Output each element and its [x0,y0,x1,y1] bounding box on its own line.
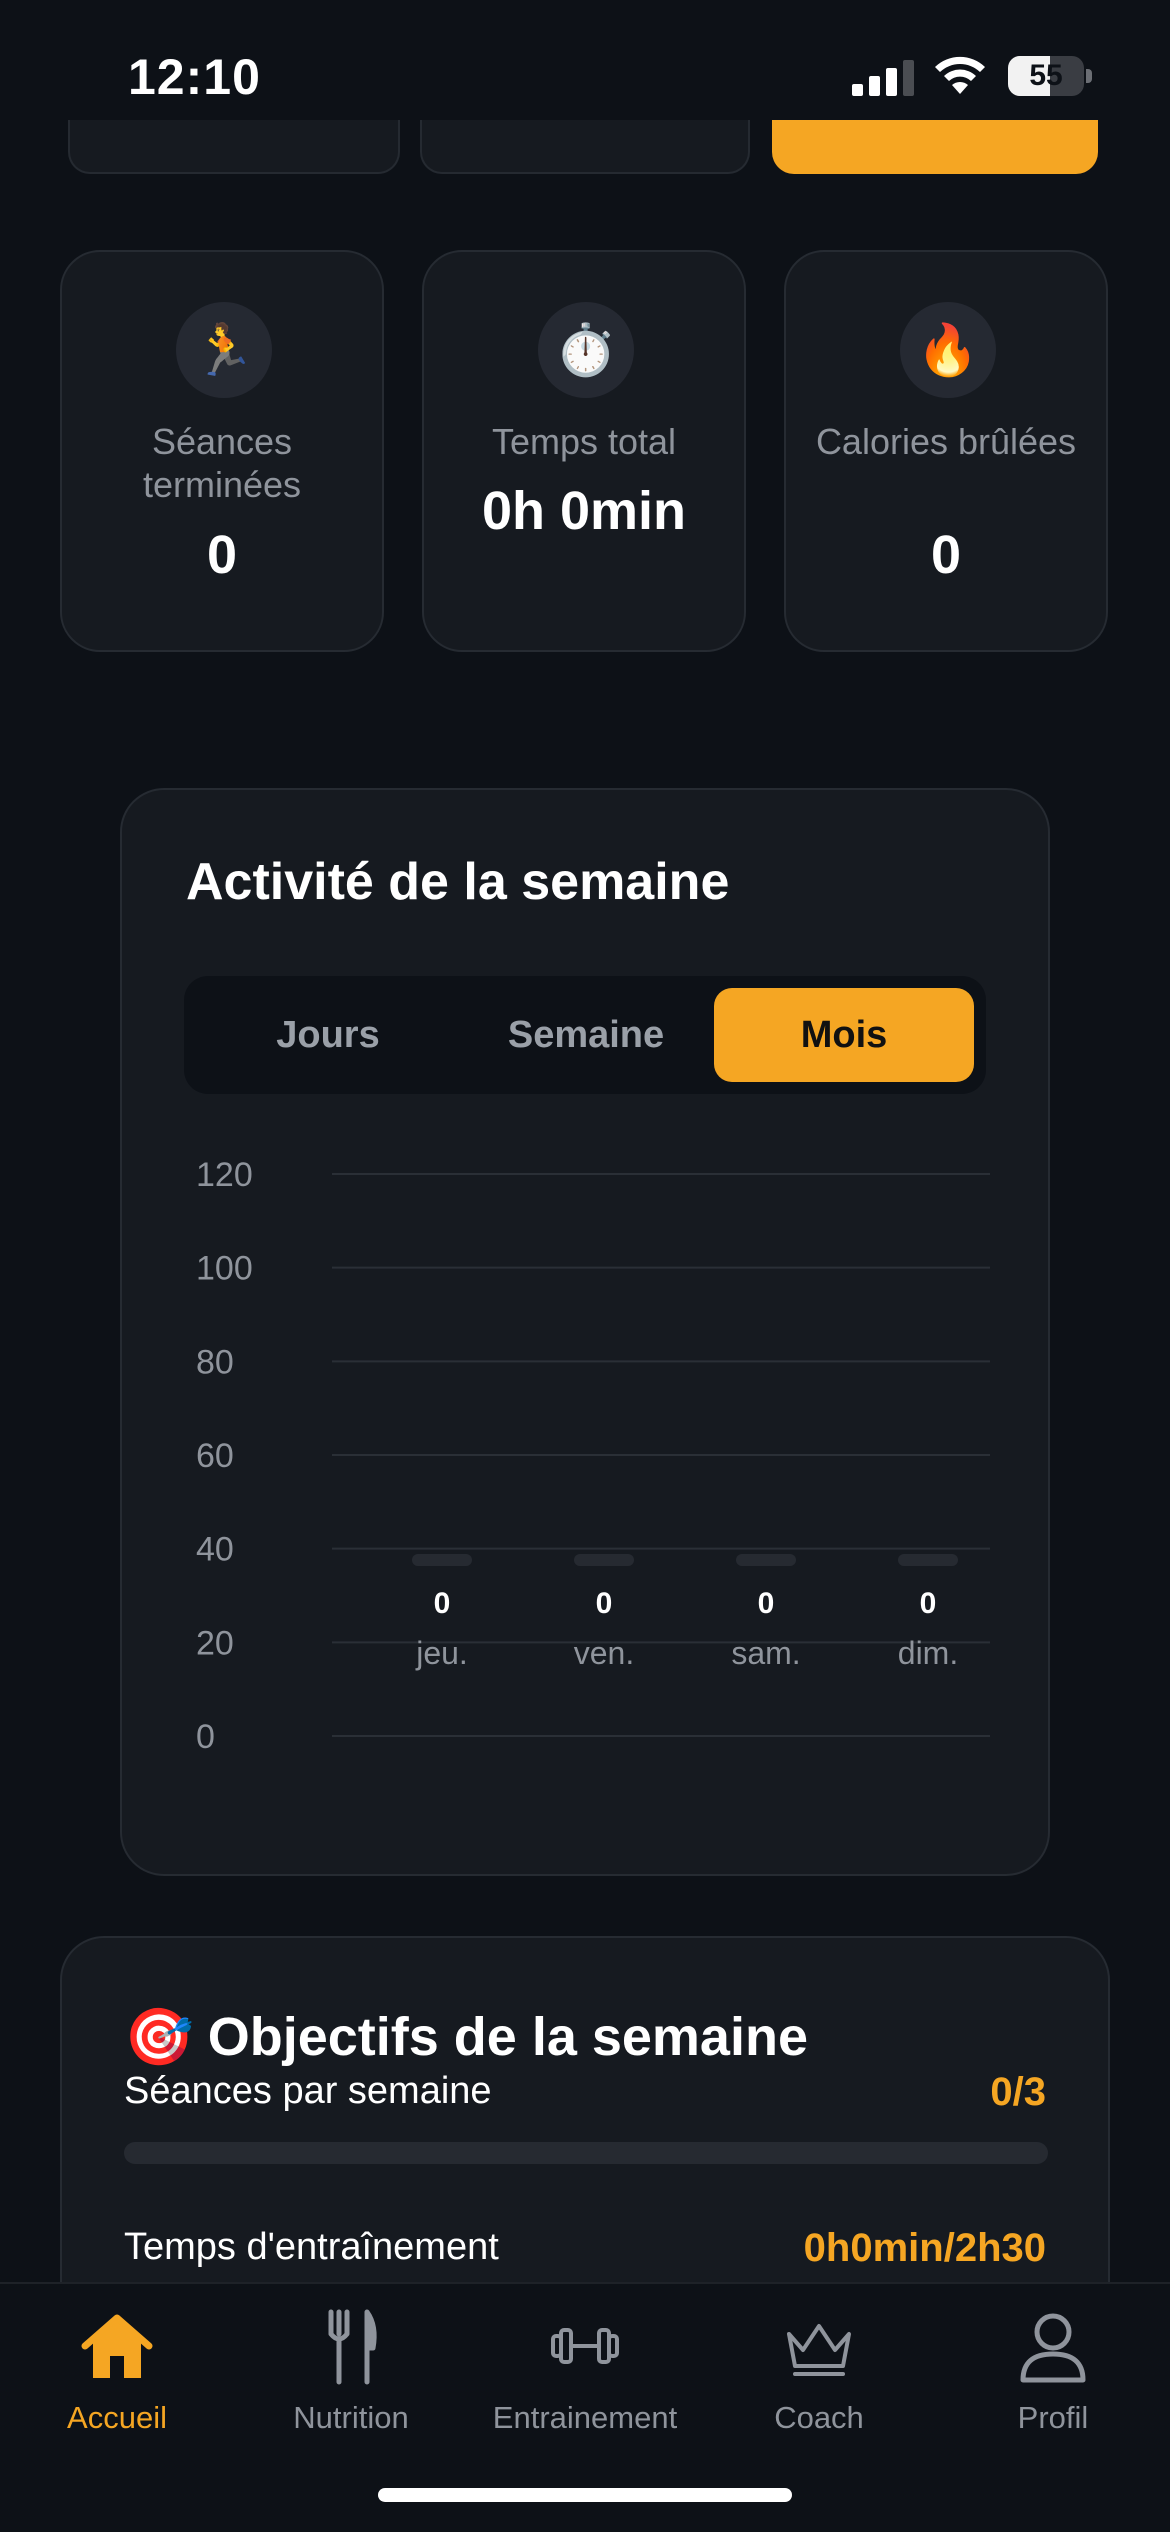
status-time: 12:10 [128,49,261,105]
tab-label: Entrainement [492,2400,678,2435]
y-tick-label: 40 [196,1531,234,1569]
top-tab-3-selected[interactable] [772,120,1098,174]
status-bar: 12:10 55 [0,0,1170,140]
bar-track [736,1554,796,1566]
y-tick-label: 60 [196,1437,234,1475]
x-category-label: dim. [898,1635,958,1671]
y-tick-label: 20 [196,1624,234,1662]
x-category-label: jeu. [415,1635,468,1671]
goals-title-text: Objectifs de la semaine [207,2007,808,2067]
tab-home[interactable]: Accueil [0,2306,234,2456]
runner-icon: 🏃 [176,302,272,398]
stat-card-calories: 🔥 Calories brûlées 0 [784,250,1108,652]
top-tab-1[interactable] [68,120,400,174]
y-tick-label: 100 [196,1250,253,1288]
tab-label: Accueil [67,2400,167,2435]
x-category-label: ven. [574,1635,634,1671]
fire-icon: 🔥 [900,302,996,398]
stat-value: 0h 0min [481,481,687,541]
stat-label: Temps total [491,421,677,462]
bar-track [898,1554,958,1566]
tab-coach[interactable]: Coach [702,2306,936,2456]
sessions-progress-bar [124,2142,1048,2164]
bar-value-label: 0 [596,1587,613,1620]
fork-knife-icon [328,2309,377,2385]
x-category-label: sam. [731,1635,800,1671]
activity-card: Activité de la semaine Jours Semaine Moi… [120,788,1050,1876]
training-time-label: Temps d'entraînement [124,2226,499,2268]
battery-percentage: 55 [1029,59,1063,92]
stat-card-sessions: 🏃 Séances terminées 0 [60,250,384,652]
battery-tip [1086,69,1092,83]
top-tab-2[interactable] [420,120,750,174]
bar-value-label: 0 [758,1587,775,1620]
cellular-signal-icon [852,60,914,96]
wifi-icon [935,56,985,94]
stat-value: 0 [930,525,962,585]
home-indicator [378,2488,792,2502]
bar-track [574,1554,634,1566]
target-icon: 🎯 [124,2005,194,2068]
goals-title: 🎯 Objectifs de la semaine [124,2004,808,2070]
stat-card-total-time: ⏱️ Temps total 0h 0min [422,250,746,652]
tab-label: Coach [774,2400,864,2435]
home-icon [81,2314,153,2378]
tab-training[interactable]: Entrainement [468,2306,702,2456]
person-icon [1020,2313,1086,2383]
y-tick-label: 0 [196,1718,215,1756]
battery-icon: 55 [1008,56,1092,96]
stat-label: Calories brûlées [815,421,1077,462]
bar-track [412,1554,472,1566]
stat-value: 0 [206,525,238,585]
crown-icon [787,2324,851,2376]
tab-label: Nutrition [293,2400,409,2435]
bar-value-label: 0 [434,1587,451,1620]
tab-label: Profil [1017,2400,1089,2435]
dumbbell-icon [551,2328,619,2364]
bar-value-label: 0 [920,1587,937,1620]
tab-nutrition[interactable]: Nutrition [234,2306,468,2456]
activity-bar-chart: 0 20 40 60 80 100 120 0 jeu. 0 ven. 0 sam. 0 dim. [196,1156,990,1756]
y-tick-label: 80 [196,1343,234,1381]
sessions-goal-label: Séances par semaine [124,2070,492,2112]
stopwatch-icon: ⏱️ [538,302,634,398]
y-tick-label: 120 [196,1156,253,1194]
training-time-value: 0h0min/2h30 [803,2226,1046,2270]
sessions-goal-value: 0/3 [990,2070,1046,2114]
tab-profile[interactable]: Profil [936,2306,1170,2456]
stat-label: Séances terminées [142,421,302,505]
battery-body: 55 [1008,56,1084,96]
